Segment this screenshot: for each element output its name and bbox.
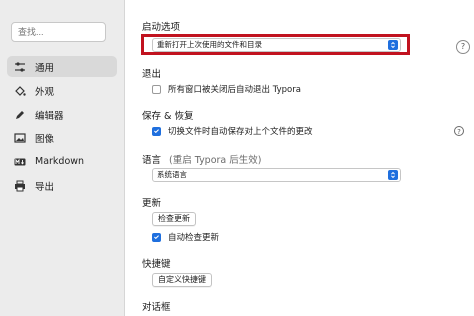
sidebar-item-image[interactable]: 图像 [7,127,117,148]
section-title-shortcuts: 快捷键 [142,259,171,270]
exit-checkbox-label: 所有窗口被关闭后自动退出 Typora [168,85,301,95]
image-icon [13,131,27,145]
auto-update-checkbox-row[interactable]: 自动检查更新 [152,231,219,243]
checkmark-icon [154,235,159,240]
sidebar-item-label: 导出 [35,181,55,193]
section-title-language: 语言 (重启 Typora 后生效) [142,152,261,166]
language-select-value: 系统语言 [157,170,187,179]
sidebar-item-export[interactable]: 导出 [7,175,117,196]
language-label: 语言 [142,155,162,166]
check-update-button[interactable]: 检查更新 [152,212,196,226]
sliders-icon [13,60,27,74]
section-title-dialog: 对话框 [142,302,171,313]
sidebar-item-general[interactable]: 通用 [7,56,117,77]
sidebar-item-editor[interactable]: 编辑器 [7,104,117,125]
autosave-help-icon[interactable]: ? [454,126,464,136]
autosave-checkbox-label: 切换文件时自动保存对上个文件的更改 [168,127,313,137]
exit-checkbox-row[interactable]: 所有窗口被关闭后自动退出 Typora [152,83,301,95]
sidebar: 通用 外观 编辑器 图像 Markdown 导出 [0,0,125,316]
checkmark-icon [154,129,159,134]
markdown-icon [13,155,27,169]
sidebar-item-label: 外观 [35,86,55,98]
sidebar-item-markdown[interactable]: Markdown [7,151,117,172]
printer-icon [13,179,27,193]
pencil-icon [13,108,27,122]
section-title-save: 保存 & 恢复 [142,111,194,122]
custom-shortcuts-button[interactable]: 自定义快捷键 [152,273,212,287]
language-note: (重启 Typora 后生效) [169,155,262,166]
highlight-box [141,34,410,55]
sidebar-item-label: 图像 [35,133,55,145]
exit-checkbox[interactable] [152,84,161,94]
sidebar-item-appearance[interactable]: 外观 [7,80,117,101]
autosave-checkbox-row[interactable]: 切换文件时自动保存对上个文件的更改 [152,125,313,137]
autosave-checkbox[interactable] [152,126,161,136]
sidebar-item-label: 编辑器 [35,110,64,122]
sidebar-item-label: 通用 [35,62,55,74]
section-title-startup: 启动选项 [142,22,181,33]
auto-update-checkbox-label: 自动检查更新 [168,233,220,243]
chevron-updown-icon [388,170,398,180]
language-select[interactable]: 系统语言 [152,168,401,182]
auto-update-checkbox[interactable] [152,232,161,242]
paint-bucket-icon [13,84,27,98]
section-title-update: 更新 [142,198,162,209]
help-icon[interactable]: ? [456,40,470,54]
search-input[interactable] [11,22,106,42]
section-title-exit: 退出 [142,69,162,80]
sidebar-item-label: Markdown [35,156,85,167]
